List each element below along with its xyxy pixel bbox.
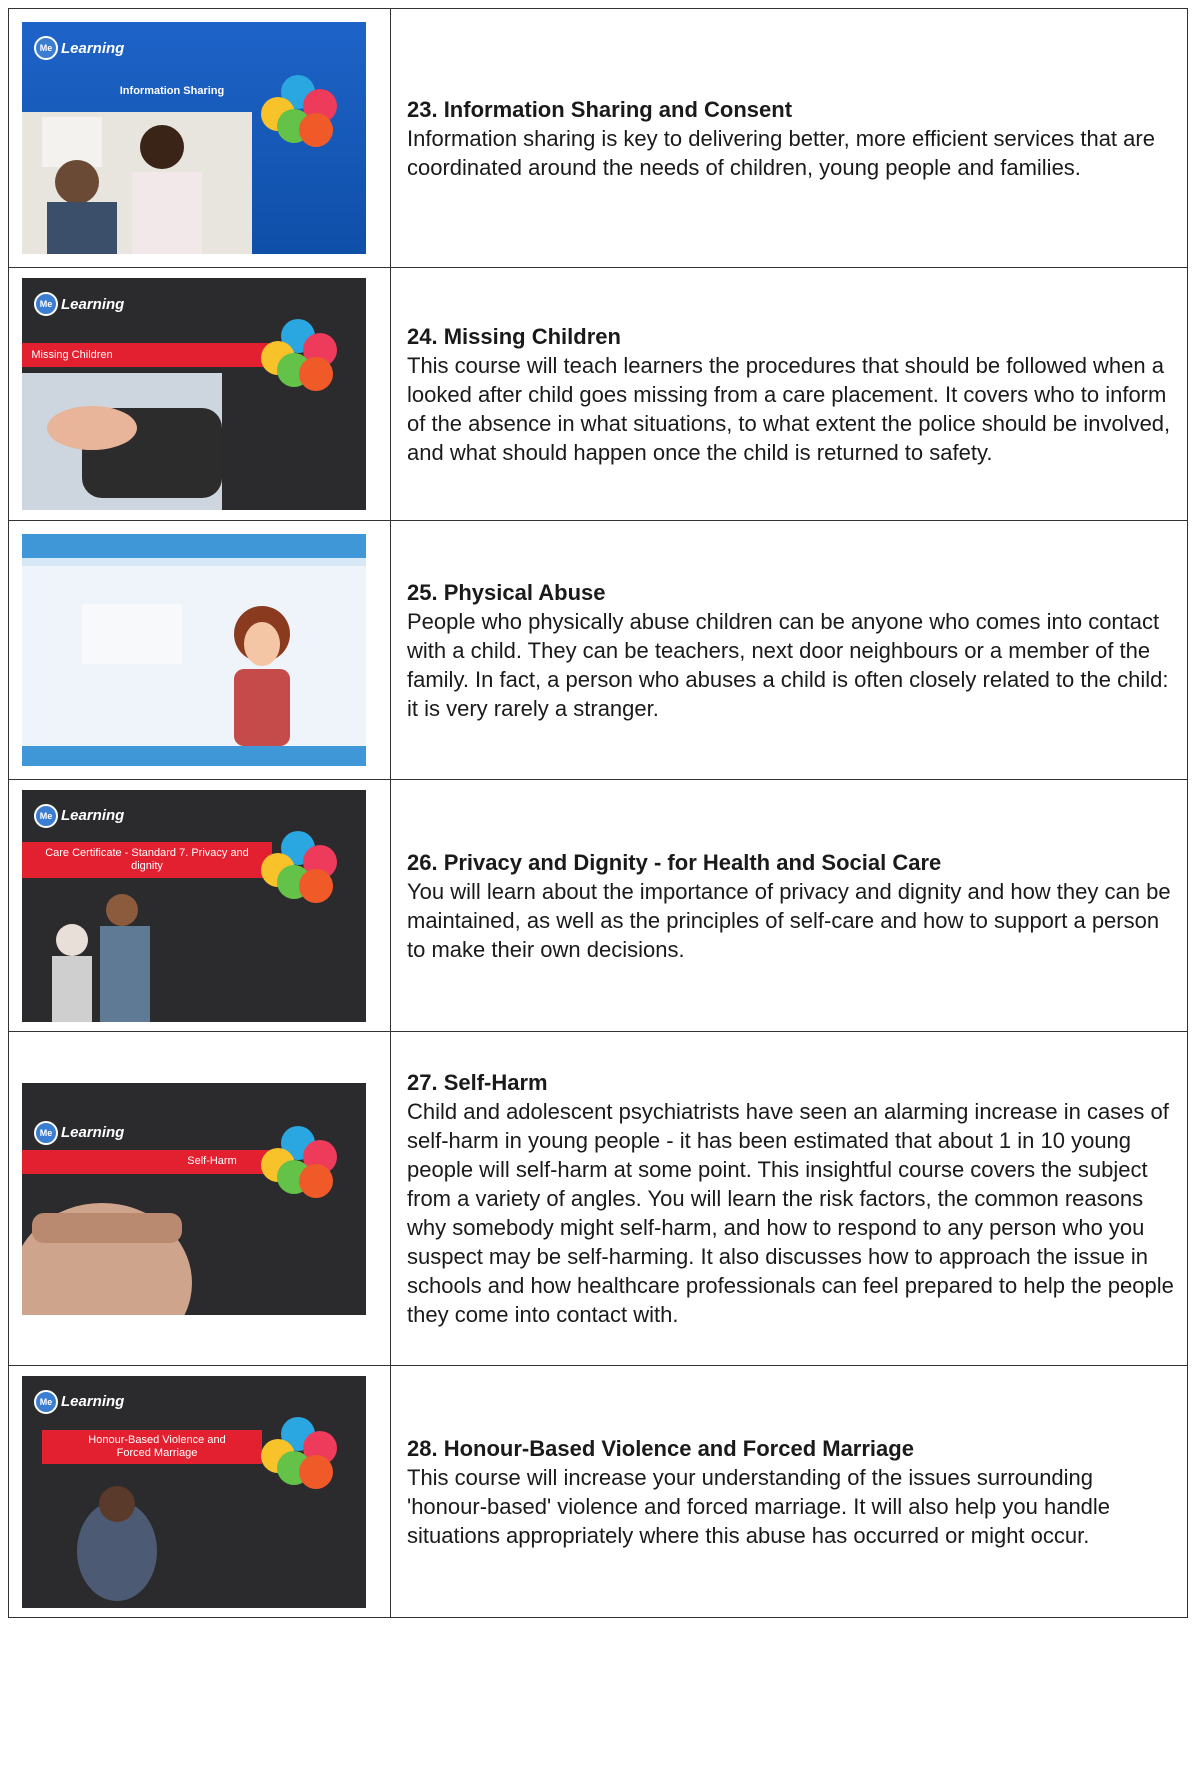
course-description: You will learn about the importance of p… [407, 878, 1171, 962]
course-description: People who physically abuse children can… [407, 608, 1169, 721]
course-row: Me Learning Information Sharing 23. Info… [8, 8, 1188, 268]
course-title: 28. Honour-Based Violence and Forced Mar… [407, 1435, 914, 1461]
logo-mark: Me [34, 1389, 58, 1414]
course-row: Me Learning Missing Children 24. Missing… [8, 267, 1188, 521]
course-title: 24. Missing Children [407, 323, 621, 349]
thumbnail-banner: Self-Harm [187, 1155, 237, 1167]
logo-text: Learning [61, 1393, 125, 1410]
thumbnail-banner: Care Certificate - Standard 7. Privacy a… [45, 846, 249, 872]
logo-mark: Me [34, 292, 58, 316]
course-description: Child and adolescent psychiatrists have … [407, 1099, 1174, 1327]
course-row: Me Learning Care Certificate - Standard … [8, 779, 1188, 1032]
course-thumbnail: Me Learning Care Certificate - Standard … [22, 789, 366, 1022]
logo-mark: Me [34, 36, 58, 60]
course-description: Information sharing is key to delivering… [407, 125, 1155, 180]
course-title: 26. Privacy and Dignity - for Health and… [407, 849, 942, 875]
brand-logo: Me Learning [34, 803, 125, 828]
brand-logo: Me Learning [34, 292, 124, 316]
logo-mark: Me [34, 1120, 58, 1145]
logo-text: Learning [61, 807, 125, 824]
course-row: 25. Physical Abuse People who physically… [8, 520, 1188, 780]
logo-mark: Me [34, 803, 58, 828]
brand-logo: Me Learning [34, 36, 124, 60]
course-title: 23. Information Sharing and Consent [407, 96, 793, 122]
thumbnail-banner: Information Sharing [119, 84, 225, 97]
course-thumbnail: Me Learning Information Sharing [22, 22, 366, 254]
course-row: Me Learning Self-Harm 27. Self-Harm Chil… [8, 1031, 1188, 1366]
course-thumbnail: Me Learning Self-Harm [22, 1082, 366, 1315]
course-table: Me Learning Information Sharing 23. Info… [8, 8, 1188, 1618]
course-thumbnail [22, 534, 366, 766]
thumbnail-illustration [22, 534, 366, 766]
thumbnail-banner: Honour-Based Violence and Forced Marriag… [88, 1433, 226, 1459]
brand-logo: Me Learning [34, 1389, 125, 1414]
course-thumbnail: Me Learning Missing Children [22, 278, 366, 510]
course-row: Me Learning Honour-Based Violence and Fo… [8, 1365, 1188, 1618]
logo-text: Learning [61, 39, 125, 57]
thumbnail-illustration [22, 1082, 366, 1315]
course-title: 25. Physical Abuse [407, 579, 606, 605]
course-title: 27. Self-Harm [407, 1070, 548, 1095]
course-description: This course will teach learners the proc… [407, 352, 1171, 465]
thumbnail-banner: Missing Children [31, 348, 113, 361]
course-thumbnail: Me Learning Honour-Based Violence and Fo… [22, 1375, 366, 1608]
logo-text: Learning [61, 1124, 125, 1141]
brand-logo: Me Learning [34, 1120, 125, 1145]
course-description: This course will increase your understan… [407, 1464, 1111, 1548]
logo-text: Learning [61, 295, 125, 313]
